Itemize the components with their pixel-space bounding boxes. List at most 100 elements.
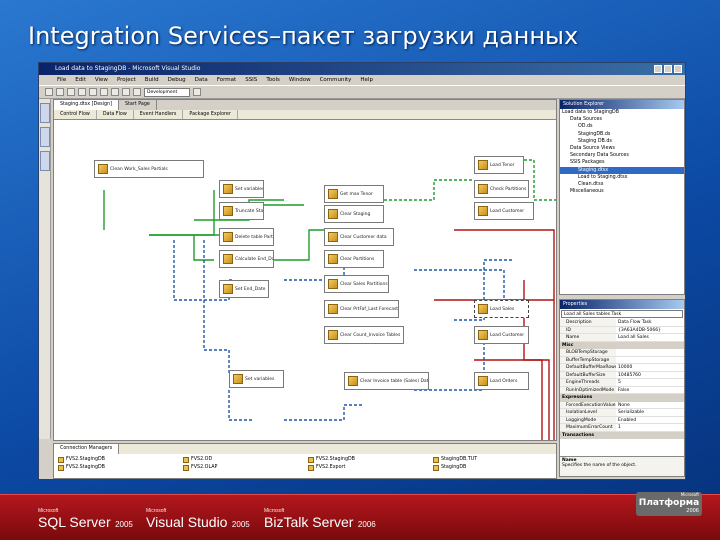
property-row[interactable]: BufferTempStorage — [560, 356, 684, 364]
property-value[interactable]: Serializable — [616, 409, 684, 416]
property-row[interactable]: BLOBTempStorage — [560, 349, 684, 357]
property-row[interactable]: RunInOptimizedMode False — [560, 386, 684, 394]
property-row[interactable]: DefaultBufferSize 10485760 — [560, 371, 684, 379]
property-row[interactable]: EngineThreads 5 — [560, 379, 684, 387]
menu-item-help[interactable]: Help — [360, 75, 373, 85]
connection-item[interactable]: FVS2.StagingDB — [58, 456, 177, 463]
property-category[interactable]: Expressions — [560, 394, 684, 402]
menu-item-view[interactable]: View — [95, 75, 108, 85]
task-box[interactable]: Clear Customer data — [324, 228, 394, 246]
server-explorer-tab[interactable] — [40, 127, 50, 147]
task-box[interactable]: Load Tenor — [474, 156, 524, 174]
connection-item[interactable]: StagingDB — [433, 464, 552, 471]
find-icon[interactable] — [193, 88, 201, 96]
task-box[interactable]: Get max Tenor — [324, 185, 384, 203]
menu-item-edit[interactable]: Edit — [75, 75, 86, 85]
properties-object-select[interactable]: Load all Sales tables Task — [561, 310, 683, 318]
menu-item-build[interactable]: Build — [145, 75, 159, 85]
connection-item[interactable]: FVS2.StagingDB — [308, 456, 427, 463]
solution-tree-item[interactable]: Load to Staging.dtsx — [560, 174, 684, 181]
solution-tree-item[interactable]: Clean.dtsx — [560, 181, 684, 188]
property-row[interactable]: ID {3A63A4DB-5066} — [560, 326, 684, 334]
variables-tab[interactable] — [40, 151, 50, 171]
designer-tab-package-explorer[interactable]: Package Explorer — [183, 110, 238, 119]
solution-tree-item[interactable]: Staging DB.ds — [560, 138, 684, 145]
task-box[interactable]: Clear Partitions — [324, 250, 384, 268]
task-box[interactable]: Clear Sales Partitions — [324, 275, 389, 293]
close-icon[interactable] — [674, 65, 682, 73]
connection-item[interactable]: FVS2.StagingDB — [58, 464, 177, 471]
save-icon[interactable] — [67, 88, 75, 96]
solution-tree-item[interactable]: SSIS Packages — [560, 159, 684, 166]
solution-config-select[interactable]: Development — [144, 87, 190, 97]
start-debug-icon[interactable] — [133, 88, 141, 96]
connection-item[interactable]: FVS2.OD — [183, 456, 302, 463]
solution-tree-item[interactable]: Secondary Data Sources — [560, 152, 684, 159]
menu-item-debug[interactable]: Debug — [168, 75, 186, 85]
solution-tree-item[interactable]: StagingDB.ds — [560, 131, 684, 138]
paste-icon[interactable] — [100, 88, 108, 96]
property-value[interactable]: 5 — [616, 379, 684, 386]
task-box[interactable]: Clear Staging — [324, 205, 384, 223]
property-value[interactable] — [616, 357, 684, 364]
property-row[interactable]: DefaultBufferMaxRows 10000 — [560, 364, 684, 372]
property-value[interactable]: Enabled — [616, 417, 684, 424]
property-row[interactable]: LoggingMode Enabled — [560, 416, 684, 424]
designer-tab-data-flow[interactable]: Data Flow — [97, 110, 134, 119]
property-value[interactable] — [616, 349, 684, 356]
property-row[interactable]: IsolationLevel Serializable — [560, 409, 684, 417]
designer-tab-event-handlers[interactable]: Event Handlers — [134, 110, 184, 119]
task-box[interactable]: Calculate End_Date — [219, 250, 274, 268]
connection-item[interactable]: FVS2.OLAP — [183, 464, 302, 471]
solution-tree-item[interactable]: Load data to StagingDB — [560, 109, 684, 116]
constraint-line[interactable] — [228, 390, 254, 421]
property-value[interactable]: Data Flow Task — [616, 319, 684, 326]
property-row[interactable]: ForcedExecutionValue None — [560, 401, 684, 409]
task-box[interactable]: Delete table PartComm — [219, 228, 274, 246]
task-box[interactable]: Load Sales — [474, 300, 529, 318]
new-icon[interactable] — [45, 88, 53, 96]
menu-item-ssis[interactable]: SSIS — [245, 75, 257, 85]
task-box[interactable]: Set variables — [229, 370, 284, 388]
task-box[interactable]: Set variables — [219, 180, 264, 198]
maximize-icon[interactable] — [664, 65, 672, 73]
property-value[interactable]: 10485760 — [616, 372, 684, 379]
undo-icon[interactable] — [111, 88, 119, 96]
document-tab[interactable]: Staging.dtsx [Design] — [54, 100, 119, 110]
solution-tree-item[interactable]: OD.ds — [560, 123, 684, 130]
task-box[interactable]: Set End_Date — [219, 280, 269, 298]
menu-item-file[interactable]: File — [57, 75, 66, 85]
property-value[interactable]: False — [616, 387, 684, 394]
property-row[interactable]: Name Load all Sales — [560, 334, 684, 342]
constraint-line[interactable] — [284, 404, 364, 421]
menu-item-window[interactable]: Window — [289, 75, 311, 85]
menu-item-project[interactable]: Project — [117, 75, 136, 85]
property-value[interactable]: {3A63A4DB-5066} — [616, 327, 684, 334]
menu-item-format[interactable]: Format — [217, 75, 236, 85]
designer-tab-control-flow[interactable]: Control Flow — [54, 110, 97, 119]
solution-tree-item[interactable]: Data Sources — [560, 116, 684, 123]
task-box[interactable]: Truncate Staging tables — [219, 202, 264, 220]
task-box[interactable]: Load Orders — [474, 372, 529, 390]
task-box[interactable]: Load Customer — [474, 202, 534, 220]
task-box[interactable]: Clear PrtFaf_Last Forecast — [324, 300, 399, 318]
minimize-icon[interactable] — [654, 65, 662, 73]
control-flow-canvas[interactable]: Clean Work_Sales Partials Set variables Tr… — [54, 120, 556, 440]
solution-tree-item[interactable]: Miscellaneous — [560, 188, 684, 195]
menu-item-community[interactable]: Community — [320, 75, 352, 85]
property-row[interactable]: Description Data Flow Task — [560, 319, 684, 327]
task-box[interactable]: Clean Work_Sales Partials — [94, 160, 204, 178]
solution-tree-item[interactable]: Staging.dtsx — [560, 166, 684, 174]
task-box[interactable]: Clear Invoice table (Sales) Data — [344, 372, 429, 390]
property-value[interactable]: Load all Sales — [616, 334, 684, 341]
copy-icon[interactable] — [89, 88, 97, 96]
task-box[interactable]: Check Partitions — [474, 180, 529, 198]
connection-item[interactable]: FVS2.Export — [308, 464, 427, 471]
document-tab[interactable]: Start Page — [119, 100, 157, 110]
task-box[interactable]: Clear Count_Invoice Tables — [324, 326, 404, 344]
open-icon[interactable] — [56, 88, 64, 96]
property-value[interactable]: 10000 — [616, 364, 684, 371]
property-value[interactable]: None — [616, 402, 684, 409]
constraint-line[interactable] — [414, 269, 524, 301]
toolbox-tab[interactable] — [40, 103, 50, 123]
